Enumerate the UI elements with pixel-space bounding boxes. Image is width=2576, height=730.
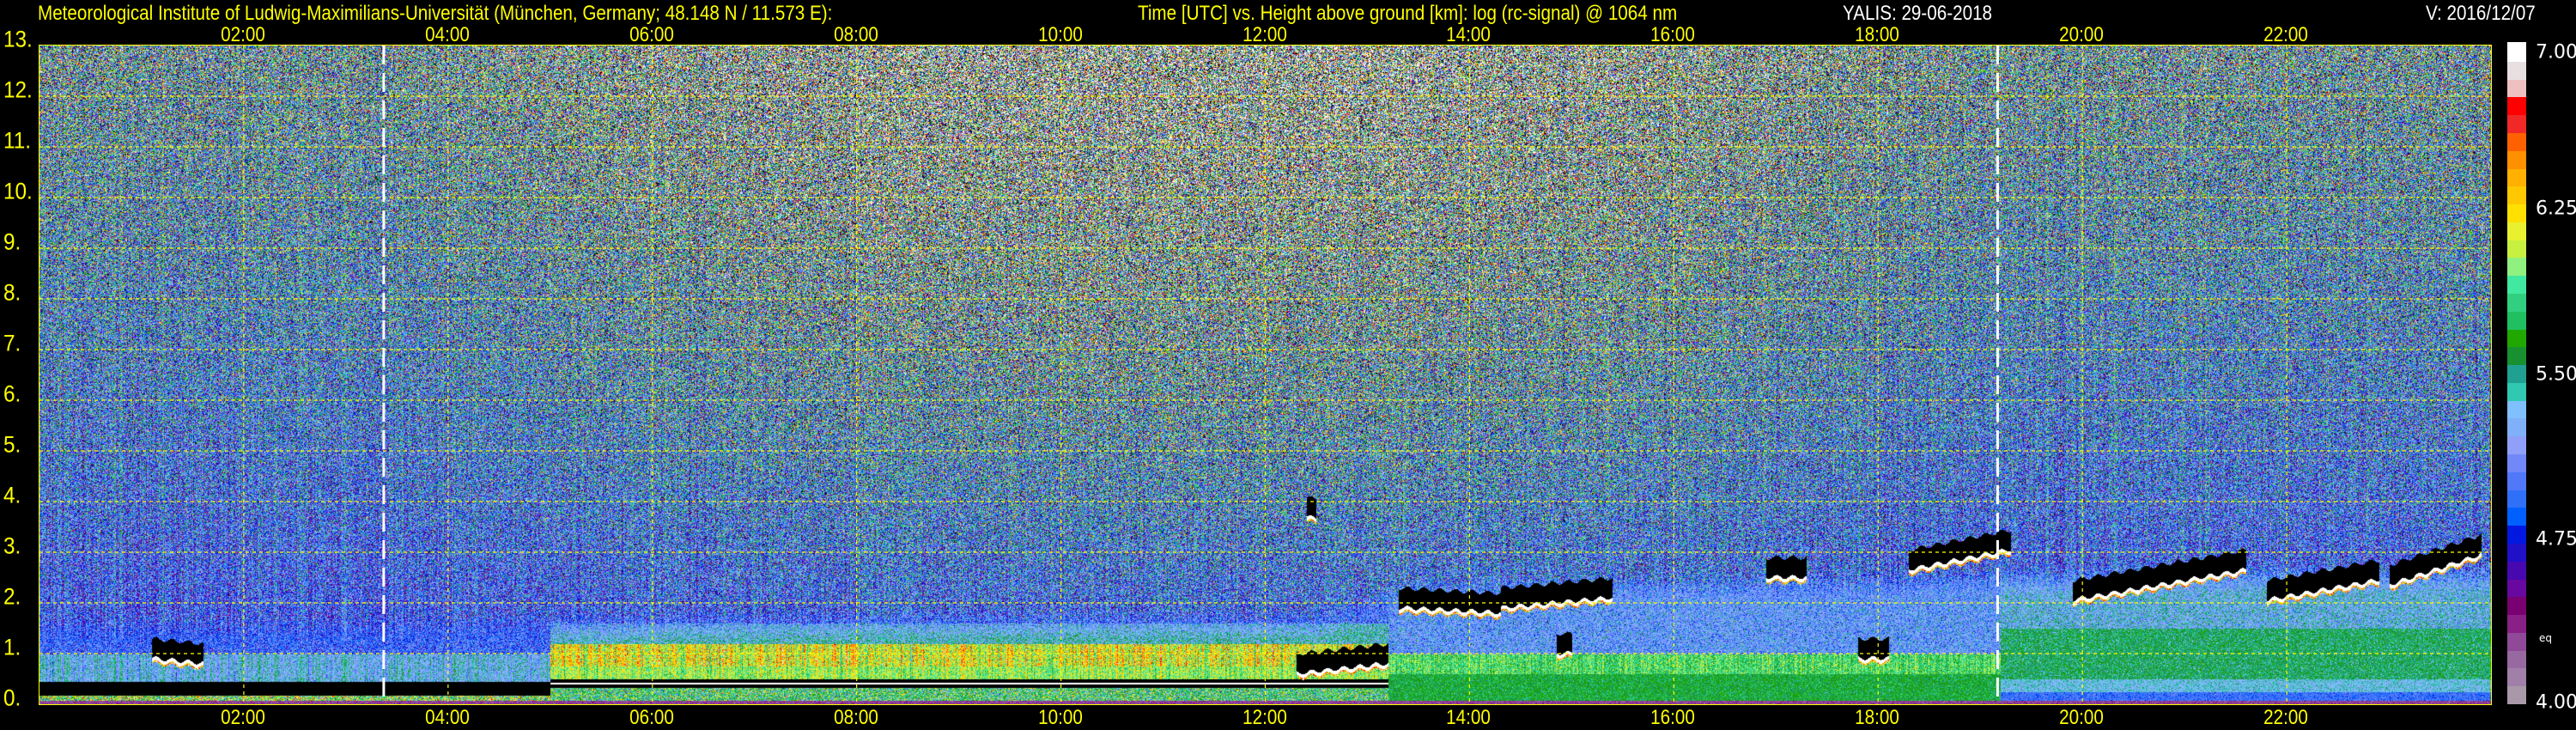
colorbar-segment — [2507, 239, 2526, 259]
colorbar-segment — [2507, 453, 2526, 472]
colorbar-segment — [2507, 506, 2526, 526]
y-tick-label: 4. — [3, 482, 21, 508]
colorbar-segment — [2507, 684, 2526, 704]
y-tick-label: 5. — [3, 431, 21, 458]
x-tick-label: 04:00 — [425, 706, 470, 729]
y-tick-label: 2. — [3, 583, 21, 610]
x-tick-label: 12:00 — [1242, 23, 1287, 46]
colorbar-segment — [2507, 595, 2526, 616]
colorbar-segment — [2507, 666, 2526, 687]
x-tick-label: 06:00 — [629, 706, 674, 729]
x-tick-label: 10:00 — [1037, 706, 1083, 729]
y-tick-label: 12. — [3, 76, 33, 103]
colorbar-segment — [2507, 256, 2526, 277]
colorbar-tick-label: 7.00 — [2536, 41, 2576, 64]
colorbar-segment — [2507, 95, 2526, 116]
colorbar-segment — [2507, 631, 2526, 651]
y-tick-label: 9. — [3, 228, 21, 255]
colorbar-segment — [2507, 578, 2526, 598]
x-tick-label: 10:00 — [1037, 23, 1083, 46]
x-tick-label: 06:00 — [629, 23, 674, 46]
colorbar-segment — [2507, 113, 2526, 133]
colorbar-segment — [2507, 489, 2526, 508]
institute-title: Meteorological Institute of Ludwig-Maxim… — [38, 2, 833, 25]
colorbar-segment — [2507, 399, 2526, 419]
colorbar-segment — [2507, 471, 2526, 490]
colorbar-segment — [2507, 221, 2526, 240]
colorbar-segment — [2507, 542, 2526, 562]
y-tick-label: 8. — [3, 279, 21, 306]
x-tick-label: 02:00 — [221, 23, 265, 46]
colorbar-tick-label: 5.50 — [2536, 363, 2576, 385]
colorbar-segment — [2507, 185, 2526, 205]
y-tick-label: 3. — [3, 532, 21, 559]
colorbar-segment — [2507, 60, 2526, 80]
y-tick-label: 10. — [3, 178, 33, 204]
x-tick-label: 20:00 — [2059, 23, 2104, 46]
x-tick-label: 16:00 — [1650, 706, 1696, 729]
colorbar-segment — [2507, 649, 2526, 669]
colorbar-segment — [2507, 131, 2526, 151]
y-tick-label: 1. — [3, 634, 21, 660]
y-tick-label: 0. — [3, 684, 21, 711]
colorbar-segment — [2507, 78, 2526, 98]
y-tick-label: 7. — [3, 330, 21, 356]
colorbar-segment — [2507, 524, 2526, 544]
x-tick-label: 20:00 — [2059, 706, 2104, 729]
y-tick-label: 13. — [3, 26, 33, 52]
x-tick-label: 14:00 — [1446, 23, 1492, 46]
colorbar-segment — [2507, 417, 2526, 437]
colorbar-segment — [2507, 292, 2526, 312]
colorbar-segment — [2507, 435, 2526, 455]
colorbar-segment — [2507, 328, 2526, 348]
colorbar-segment — [2507, 310, 2526, 330]
x-tick-label: 18:00 — [1855, 23, 1900, 46]
x-tick-label: 08:00 — [833, 23, 878, 46]
colorbar-segment — [2507, 149, 2526, 169]
plot-description: Time [UTC] vs. Height above ground [km]:… — [1138, 2, 1678, 25]
version-label: V: 2016/12/07 — [2426, 2, 2536, 25]
colorbar-segment — [2507, 381, 2526, 401]
x-tick-label: 08:00 — [833, 706, 878, 729]
grid-overlay — [39, 46, 2491, 704]
colorbar-tick-label: 6.25 — [2536, 198, 2576, 220]
x-tick-label: 12:00 — [1242, 706, 1287, 729]
x-tick-label: 02:00 — [221, 706, 265, 729]
colorbar-segment — [2507, 613, 2526, 633]
x-tick-label: 14:00 — [1446, 706, 1492, 729]
colorbar-segment — [2507, 203, 2526, 222]
colorbar-note: eq — [2539, 632, 2552, 644]
colorbar — [2507, 42, 2526, 704]
colorbar-segment — [2507, 274, 2526, 294]
y-tick-label: 11. — [3, 127, 31, 154]
x-tick-label: 16:00 — [1650, 23, 1696, 46]
colorbar-segment — [2507, 42, 2526, 62]
colorbar-segment — [2507, 167, 2526, 187]
x-tick-label: 04:00 — [425, 23, 470, 46]
lidar-heatmap-plot — [39, 45, 2492, 705]
colorbar-segment — [2507, 345, 2526, 366]
colorbar-segment — [2507, 560, 2526, 580]
colorbar-segment — [2507, 363, 2526, 383]
x-tick-label: 18:00 — [1855, 706, 1900, 729]
x-tick-label: 22:00 — [2263, 23, 2308, 46]
colorbar-tick-label: 4.75 — [2536, 528, 2576, 551]
instrument-date: YALIS: 29-06-2018 — [1843, 2, 1993, 25]
x-tick-label: 22:00 — [2263, 706, 2308, 729]
y-tick-label: 6. — [3, 380, 21, 407]
colorbar-tick-label: 4.00 — [2536, 691, 2576, 714]
